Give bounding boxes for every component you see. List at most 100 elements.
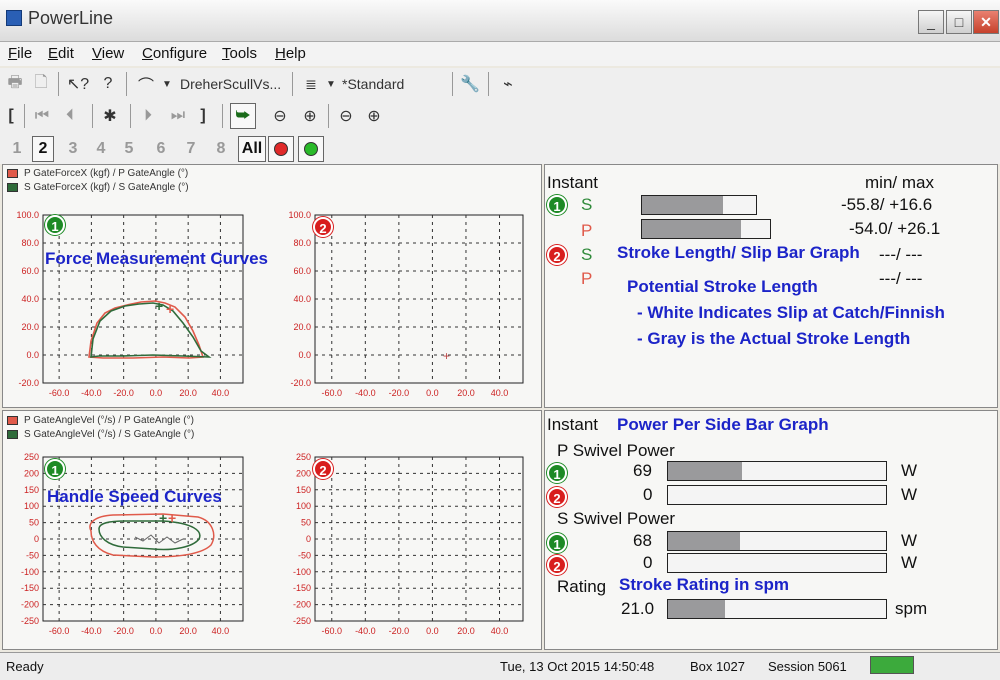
print-icon[interactable]: 🖶	[4, 71, 26, 97]
force-chart-area: 100.080.060.040.020.00.0-20.0-60.0 -40.0-…	[16, 210, 524, 398]
first-icon[interactable]: ⏮	[30, 103, 54, 129]
seat-6-button[interactable]: 6	[150, 136, 172, 162]
record-green-button[interactable]	[298, 136, 324, 162]
stroke-bar-s1	[641, 195, 757, 215]
zoom-in-icon[interactable]: ⊕	[298, 103, 322, 129]
x-tick-label: -60.0	[49, 626, 70, 636]
layout-select[interactable]: *Standard	[342, 71, 442, 97]
y-tick-label: -150	[293, 583, 311, 593]
next-icon[interactable]: ⏵	[136, 103, 160, 129]
zoom-in-y-icon[interactable]: ⊕	[362, 103, 386, 129]
app-icon	[6, 10, 22, 26]
red-circle-icon	[274, 142, 288, 156]
y-tick-label: -200	[293, 600, 311, 610]
seat-4-button[interactable]: 4	[90, 136, 112, 162]
y-tick-label: 20.0	[293, 322, 311, 332]
s-power-bar	[667, 553, 887, 573]
layout-dropdown-icon[interactable]: ▼	[324, 71, 338, 97]
minimize-button[interactable]: _	[918, 10, 944, 34]
boat-select[interactable]: DreherScullVs...	[180, 71, 290, 97]
menu-configure[interactable]: Configure	[142, 45, 207, 62]
x-tick-label: 0.0	[426, 388, 439, 398]
y-tick-label: 100.0	[16, 210, 39, 220]
maximize-button[interactable]: □	[946, 10, 972, 34]
p-marker-icon: +	[166, 301, 174, 317]
help-icon[interactable]: ?	[96, 71, 120, 97]
menu-edit[interactable]: Edit	[48, 45, 74, 62]
mark-end-button[interactable]: ]	[196, 103, 210, 129]
status-datetime: Tue, 13 Oct 2015 14:50:48	[500, 659, 655, 674]
instant-power-panel: Instant Power Per Side Bar Graph P Swive…	[544, 410, 998, 650]
stroke-bar-fill	[642, 196, 723, 214]
marker-button[interactable]: ✱	[98, 103, 122, 129]
power-unit: W	[901, 461, 918, 480]
y-tick-label: 80.0	[21, 238, 39, 248]
rating-value: 21.0	[621, 599, 655, 618]
y-tick-label: 40.0	[293, 294, 311, 304]
context-help-icon[interactable]: ↖?	[66, 71, 90, 97]
s-power-value: 0	[643, 553, 653, 572]
power-annotation: Power Per Side Bar Graph	[617, 415, 829, 434]
row-side-p: P	[581, 269, 593, 288]
minmax-value: -54.0/ +26.1	[849, 219, 941, 238]
s-speed-curve	[98, 520, 201, 551]
rating-bar-fill	[668, 600, 725, 618]
x-tick-label: -40.0	[81, 388, 102, 398]
zoom-out-icon[interactable]: ⊖	[268, 103, 292, 129]
seat-3-button[interactable]: 3	[62, 136, 84, 162]
wifi-icon[interactable]: ⌁	[496, 71, 520, 97]
last-icon[interactable]: ⏭	[166, 103, 190, 129]
seat-7-button[interactable]: 7	[180, 136, 202, 162]
instant-title: Instant	[547, 415, 599, 434]
y-tick-label: 80.0	[293, 238, 311, 248]
badge-1: 1	[547, 195, 567, 215]
goto-icon[interactable]: ⮩	[230, 103, 256, 129]
menu-help[interactable]: Help	[275, 45, 306, 62]
p-power-bar	[667, 485, 887, 505]
y-tick-label: 100	[296, 501, 311, 511]
status-box: Box 1027	[690, 659, 745, 674]
seat-2-button[interactable]: 2	[32, 136, 54, 162]
prev-icon[interactable]: ⏴	[58, 103, 82, 129]
y-tick-label: 200	[24, 468, 39, 478]
y-tick-label: -250	[21, 616, 39, 626]
y-tick-label: -50	[298, 550, 311, 560]
y-tick-label: 50	[301, 518, 311, 528]
title-bar: PowerLine _ □ ✕	[0, 0, 1000, 42]
p-marker-icon: +	[168, 510, 176, 526]
p-swivel-label: P Swivel Power	[557, 441, 675, 460]
y-tick-label: 0.0	[298, 350, 311, 360]
rating-unit: spm	[895, 599, 928, 618]
y-tick-label: -200	[21, 600, 39, 610]
x-tick-label: 20.0	[457, 388, 475, 398]
x-tick-label: -20.0	[113, 626, 134, 636]
mark-start-button[interactable]: [	[4, 103, 18, 129]
menu-tools[interactable]: Tools	[222, 45, 257, 62]
dropdown-arrow-icon[interactable]: ▼	[160, 71, 174, 97]
status-bar: Ready Tue, 13 Oct 2015 14:50:48 Box 1027…	[0, 652, 1000, 680]
y-tick-label: -50	[26, 550, 39, 560]
badge-2: 2	[547, 555, 567, 575]
x-tick-label: -60.0	[49, 388, 70, 398]
s-marker-icon: +	[159, 510, 167, 526]
close-button[interactable]: ✕	[973, 10, 999, 34]
seat-5-button[interactable]: 5	[118, 136, 140, 162]
menu-bar: File Edit View Configure Tools Help	[0, 42, 1000, 66]
force-curves-panel: P GateForceX (kgf) / P GateAngle (°) S G…	[2, 164, 542, 408]
y-tick-label: 200	[296, 468, 311, 478]
x-tick-label: -20.0	[113, 388, 134, 398]
wrench-icon[interactable]: 🔧	[458, 71, 482, 97]
p-force-curve	[88, 300, 205, 359]
seat-1-button[interactable]: 1	[6, 136, 28, 162]
x-tick-label: -40.0	[81, 626, 102, 636]
zoom-out-y-icon[interactable]: ⊖	[334, 103, 358, 129]
record-red-button[interactable]	[268, 136, 294, 162]
badge-1: 1	[547, 533, 567, 553]
menu-file[interactable]: File	[8, 45, 32, 62]
seat-8-button[interactable]: 8	[210, 136, 232, 162]
y-tick-label: 60.0	[21, 266, 39, 276]
y-tick-label: 40.0	[21, 294, 39, 304]
menu-view[interactable]: View	[92, 45, 124, 62]
print-preview-icon[interactable]: 🗋	[30, 71, 52, 97]
all-seats-button[interactable]: All	[238, 136, 266, 162]
